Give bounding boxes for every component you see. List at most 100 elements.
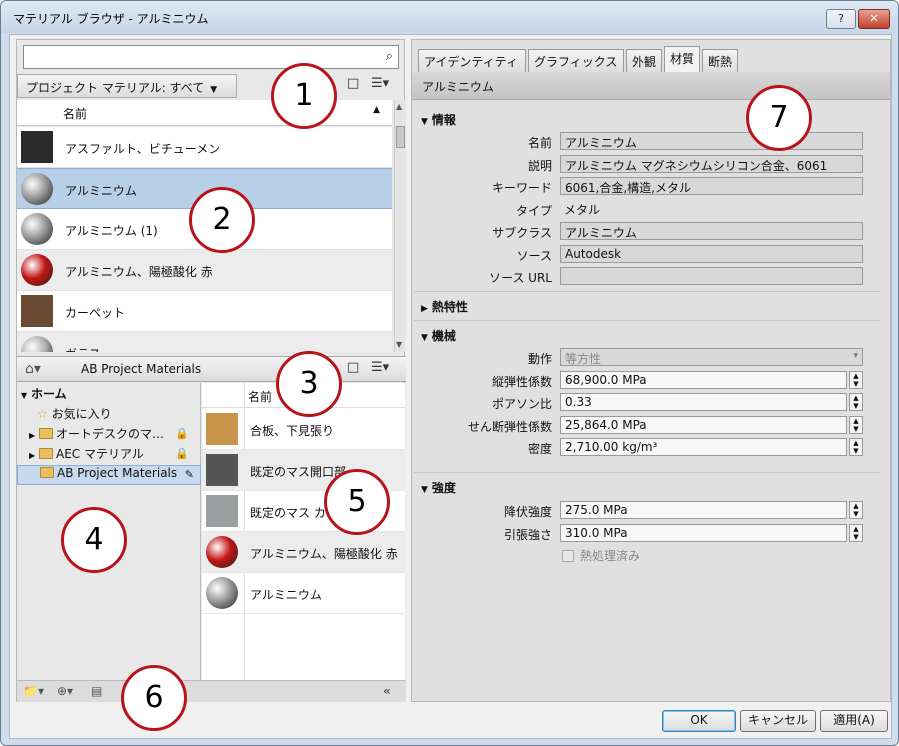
list-item[interactable]: アルミニウム: [202, 573, 405, 614]
material-editor-panel: アイデンティティ グラフィックス 外観 材質 断熱 アルミニウム ▼ 情報 名前ア…: [411, 39, 891, 702]
material-swatch: [206, 454, 238, 486]
tree-item-aec[interactable]: ▶ AEC マテリアル 🔒: [17, 445, 201, 465]
pencil-icon: ✎: [184, 468, 194, 481]
property-label: 引張強さ: [503, 527, 552, 542]
callout-3: 3: [276, 351, 342, 417]
callout-4: 4: [61, 507, 127, 573]
tree-item-autodesk[interactable]: ▶ オートデスクのマ… 🔒: [17, 425, 201, 445]
collapse-triangle-icon[interactable]: ▼: [421, 485, 428, 495]
apply-button[interactable]: 適用(A): [820, 710, 888, 732]
scroll-down-icon[interactable]: ▼: [396, 340, 402, 349]
list-item[interactable]: アスファルト、ビチューメン: [17, 127, 392, 168]
property-label: ポアソン比: [491, 397, 552, 411]
column-name[interactable]: 名前: [63, 105, 87, 122]
section-mechanical[interactable]: ▼ 機械: [421, 327, 456, 344]
close-button[interactable]: ✕: [858, 9, 890, 29]
tree-item-home[interactable]: ▼ ホーム: [17, 385, 201, 405]
property-value-field[interactable]: 68,900.0 MPa: [560, 370, 847, 389]
spinner-icon[interactable]: ▲ ▼: [849, 370, 863, 389]
library-list-view-icon[interactable]: ☰▾: [371, 360, 389, 375]
list-view-icon[interactable]: ☰▾: [371, 76, 389, 91]
property-value: 等方性: [565, 352, 602, 366]
spinner-icon[interactable]: ▲ ▼: [849, 415, 863, 434]
property-label: 動作: [527, 352, 552, 366]
list-item[interactable]: ガラス: [17, 332, 392, 352]
property-value: アルミニウム: [565, 136, 637, 150]
folder-icon: [39, 448, 53, 459]
chevron-down-icon[interactable]: ▾: [853, 351, 858, 361]
project-list-scrollbar[interactable]: ▲ ▼: [394, 100, 406, 352]
tree-item-label: ホーム: [31, 387, 67, 401]
property-value: 310.0 MPa: [565, 525, 628, 540]
library-item-list: 名前 合板、下見張り 既定のマス開口部 既定のマス カアルミニウム、陽極酸化 赤アル…: [202, 383, 405, 680]
list-item[interactable]: アルミニウム、陽極酸化 赤: [17, 250, 392, 291]
scroll-up-icon[interactable]: ▲: [396, 102, 402, 111]
property-value-field[interactable]: アルミニウム マグネシウムシリコン合金、6061: [560, 154, 863, 173]
property-value-field[interactable]: 0.33: [560, 393, 847, 411]
sort-ascending-icon[interactable]: ▲: [373, 105, 380, 115]
section-strength[interactable]: ▼ 強度: [421, 479, 456, 496]
expand-icon[interactable]: ▶: [29, 451, 39, 460]
tab-thermal[interactable]: 断熱: [702, 49, 738, 72]
chevron-down-icon[interactable]: ▼: [210, 85, 217, 95]
ok-button[interactable]: OK: [662, 710, 736, 732]
column-name[interactable]: 名前: [248, 388, 272, 405]
spinner-icon[interactable]: ▲ ▼: [849, 501, 863, 519]
tab-graphics[interactable]: グラフィックス: [528, 49, 624, 72]
section-thermal[interactable]: ▶ 熱特性: [421, 298, 468, 315]
project-breadcrumb[interactable]: プロジェクト マテリアル: すべて ▼: [17, 74, 237, 98]
property-value-field[interactable]: 310.0 MPa: [560, 523, 847, 542]
search-input[interactable]: ⌕: [23, 45, 399, 69]
tab-identity[interactable]: アイデンティティ: [418, 49, 526, 72]
material-swatch: [21, 295, 53, 327]
search-icon[interactable]: ⌕: [386, 49, 393, 64]
window-title: マテリアル ブラウザ - アルミニウム: [13, 12, 209, 26]
panel-view-icon[interactable]: □: [347, 76, 359, 91]
property-label: ソース URL: [488, 271, 552, 285]
tab-appearance[interactable]: 外観: [626, 49, 662, 72]
list-item[interactable]: アルミニウム、陽極酸化 赤: [202, 532, 405, 573]
home-icon[interactable]: ⌂▾: [25, 361, 41, 377]
material-label: アルミニウム: [65, 184, 137, 198]
library-panel-view-icon[interactable]: □: [347, 360, 359, 375]
material-swatch: [206, 536, 238, 568]
library-breadcrumb[interactable]: AB Project Materials: [67, 362, 209, 380]
spinner-icon[interactable]: ▲ ▼: [849, 438, 863, 456]
collapse-triangle-icon[interactable]: ▼: [421, 117, 428, 127]
collapse-triangle-icon[interactable]: ▼: [421, 333, 428, 343]
spinner-icon[interactable]: ▲ ▼: [849, 393, 863, 411]
tree-item-ab-project[interactable]: AB Project Materials ✎: [17, 465, 201, 485]
help-button[interactable]: ?: [826, 9, 856, 29]
section-info[interactable]: ▼ 情報: [421, 111, 456, 128]
collapse-icon[interactable]: «: [383, 684, 391, 698]
cancel-button[interactable]: キャンセル: [740, 710, 816, 732]
material-label: アスファルト、ビチューメン: [65, 142, 221, 156]
property-label: 説明: [527, 158, 552, 173]
property-value-field[interactable]: 6061,合金,構造,メタル: [560, 177, 863, 195]
expand-icon[interactable]: ▶: [29, 431, 39, 440]
property-value-field[interactable]: [560, 267, 863, 285]
library-folder-icon[interactable]: 📁▾: [23, 684, 44, 698]
project-breadcrumb-label: プロジェクト マテリアル: すべて: [26, 81, 205, 95]
property-value-field[interactable]: 25,864.0 MPa: [560, 415, 847, 434]
property-value-field[interactable]: アルミニウム: [560, 222, 863, 240]
material-swatch: [206, 577, 238, 609]
property-value-field[interactable]: 2,710.00 kg/m³: [560, 438, 847, 456]
editor-toggle-icon[interactable]: ▤: [91, 684, 102, 698]
expand-triangle-icon[interactable]: ▶: [421, 304, 428, 314]
tab-physical[interactable]: 材質: [664, 46, 700, 73]
property-value-field[interactable]: 275.0 MPa: [560, 501, 847, 519]
property-value-field[interactable]: Autodesk: [560, 244, 863, 263]
property-label: タイプ: [515, 203, 552, 218]
list-item[interactable]: カーペット: [17, 291, 392, 332]
property-value-field[interactable]: 等方性 ▾: [560, 348, 863, 366]
tree-item-favorites[interactable]: ☆ お気に入り: [17, 405, 201, 425]
add-material-icon[interactable]: ⊕▾: [57, 684, 73, 698]
property-value-field[interactable]: アルミニウム: [560, 132, 863, 150]
expand-icon[interactable]: ▼: [21, 391, 31, 400]
material-swatch: [206, 495, 238, 527]
lock-icon: 🔒: [175, 447, 189, 460]
heat-treated-checkbox[interactable]: [562, 550, 574, 562]
scrollbar-thumb[interactable]: [396, 126, 405, 148]
spinner-icon[interactable]: ▲ ▼: [849, 523, 863, 542]
